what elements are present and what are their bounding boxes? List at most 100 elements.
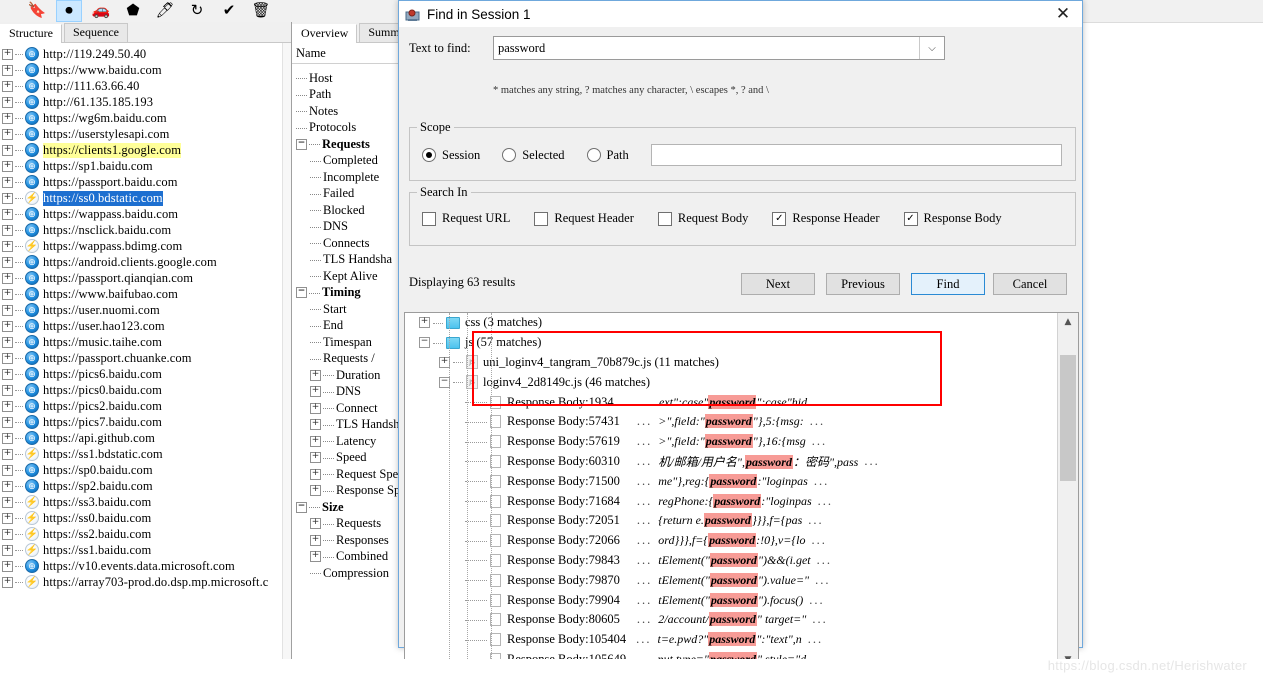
host-row[interactable]: + ⊕ http://119.249.50.40 — [0, 46, 283, 62]
overview-tree-node[interactable]: Requests / — [292, 351, 411, 368]
result-row[interactable]: Response Body:71684... regPhone:{password… — [405, 491, 1057, 511]
overview-tree-node[interactable]: Compression — [292, 565, 411, 582]
expand-icon[interactable]: + — [2, 352, 13, 364]
expand-icon[interactable]: + — [2, 560, 13, 572]
expand-icon[interactable]: + — [2, 256, 13, 268]
checkbox-response-body[interactable]: ✓ Response Body — [903, 211, 1002, 226]
expand-icon[interactable]: + — [310, 402, 321, 414]
host-row[interactable]: + ⊕ https://android.clients.google.com — [0, 254, 283, 270]
close-icon[interactable]: ✕ — [1048, 2, 1078, 26]
overview-tree-node[interactable]: Protocols — [292, 120, 411, 137]
host-row[interactable]: + ⊕ https://pics7.baidu.com — [0, 414, 283, 430]
host-row[interactable]: + ⚡ https://array703-prod.do.dsp.mp.micros… — [0, 574, 283, 590]
overview-tree-node[interactable]: + DNS — [292, 384, 411, 401]
chevron-down-icon[interactable]: ⌵ — [919, 37, 944, 59]
expand-icon[interactable]: + — [310, 435, 321, 447]
host-row[interactable]: + ⚡ https://wappass.bdimg.com — [0, 238, 283, 254]
overview-tree-node[interactable]: − Requests — [292, 136, 411, 153]
tab-sequence[interactable]: Sequence — [64, 23, 128, 42]
overview-tree-node[interactable]: − Timing — [292, 285, 411, 302]
bookmark-icon[interactable]: 🔖 — [24, 0, 50, 22]
expand-icon[interactable]: + — [310, 551, 321, 563]
host-row[interactable]: + ⚡ https://ss1.bdstatic.com — [0, 446, 283, 462]
host-row[interactable]: + ⊕ https://sp1.baidu.com — [0, 158, 283, 174]
expand-icon[interactable]: + — [2, 512, 13, 524]
host-row[interactable]: + ⊕ https://api.github.com — [0, 430, 283, 446]
expand-icon[interactable]: + — [310, 468, 321, 480]
overview-tree-node[interactable]: DNS — [292, 219, 411, 236]
dialog-titlebar[interactable]: Find in Session 1 ✕ — [399, 1, 1082, 27]
expand-icon[interactable]: + — [2, 528, 13, 540]
expand-icon[interactable]: + — [310, 534, 321, 546]
result-row[interactable]: Response Body:79843... tElement("password… — [405, 551, 1057, 571]
overview-tree-node[interactable]: Notes — [292, 103, 411, 120]
checkbox-request-header[interactable]: Request Header — [534, 211, 634, 226]
host-row[interactable]: + ⊕ https://v10.events.data.microsoft.com — [0, 558, 283, 574]
scrollbar-thumb[interactable] — [1060, 355, 1076, 481]
expand-icon[interactable]: + — [2, 336, 13, 348]
car-icon[interactable]: 🚗 — [88, 0, 114, 22]
expand-icon[interactable]: + — [2, 416, 13, 428]
result-row[interactable]: Response Body:57619... >",field:"password… — [405, 432, 1057, 452]
result-row[interactable]: Response Body:79870... tElement("password… — [405, 570, 1057, 590]
overview-tree-node[interactable]: TLS Handsha — [292, 252, 411, 269]
checkbox-request-url[interactable]: Request URL — [422, 211, 510, 226]
overview-tree-node[interactable]: Kept Alive — [292, 268, 411, 285]
expand-icon[interactable]: + — [2, 432, 13, 444]
expand-icon[interactable]: + — [2, 288, 13, 300]
result-row[interactable]: − JS loginv4_2d8149c.js (46 matches) — [405, 372, 1057, 392]
expand-icon[interactable]: + — [2, 400, 13, 412]
host-row[interactable]: + ⊕ https://music.taihe.com — [0, 334, 283, 350]
expand-icon[interactable]: + — [2, 112, 13, 124]
radio-scope-path[interactable]: Path — [586, 148, 629, 163]
path-input[interactable] — [650, 144, 1062, 166]
host-row[interactable]: + ⚡ https://ss2.baidu.com — [0, 526, 283, 542]
collapse-icon[interactable]: − — [419, 337, 430, 349]
overview-tree-node[interactable]: + Responses — [292, 532, 411, 549]
host-row[interactable]: + ⊕ https://passport.qianqian.com — [0, 270, 283, 286]
expand-icon[interactable]: + — [2, 224, 13, 236]
result-row[interactable]: Response Body:72051... {return e.password… — [405, 511, 1057, 531]
expand-icon[interactable]: + — [2, 48, 13, 60]
overview-tree-node[interactable]: Host — [292, 70, 411, 87]
host-row[interactable]: + ⚡ https://ss0.bdstatic.com — [0, 190, 283, 206]
host-row[interactable]: + ⚡ https://ss3.baidu.com — [0, 494, 283, 510]
structure-scrollbar[interactable] — [282, 43, 291, 681]
overview-tree-node[interactable]: + Connect — [292, 400, 411, 417]
overview-tree-node[interactable]: + Request Spe — [292, 466, 411, 483]
overview-tree-node[interactable]: + Requests — [292, 516, 411, 533]
expand-icon[interactable]: + — [2, 576, 13, 588]
host-row[interactable]: + ⊕ https://wappass.baidu.com — [0, 206, 283, 222]
refresh-icon[interactable]: ↻ — [184, 0, 210, 22]
result-row[interactable]: Response Body:80605... 2/account/password… — [405, 610, 1057, 630]
result-row[interactable]: Response Body:71500... me"},reg:{password… — [405, 471, 1057, 491]
result-row[interactable]: Response Body:1934... ext":case"password"… — [405, 392, 1057, 412]
collapse-icon[interactable]: − — [296, 287, 307, 299]
result-row[interactable]: Response Body:105404... t=e.pwd?"password… — [405, 630, 1057, 650]
overview-tree-node[interactable]: Path — [292, 87, 411, 104]
previous-button[interactable]: Previous — [826, 273, 900, 295]
expand-icon[interactable]: + — [2, 464, 13, 476]
result-row[interactable]: Response Body:72066... ord}}},f={password… — [405, 531, 1057, 551]
expand-icon[interactable]: + — [2, 96, 13, 108]
expand-icon[interactable]: + — [2, 368, 13, 380]
search-input[interactable] — [494, 37, 919, 59]
expand-icon[interactable]: + — [419, 317, 430, 329]
overview-tree-node[interactable]: + Latency — [292, 433, 411, 450]
trash-icon[interactable]: 🗑 — [248, 0, 274, 22]
radio-scope-selected[interactable]: Selected — [502, 148, 565, 163]
expand-icon[interactable]: + — [2, 272, 13, 284]
host-row[interactable]: + ⊕ https://pics0.baidu.com — [0, 382, 283, 398]
overview-tree-node[interactable]: − Size — [292, 499, 411, 516]
host-row[interactable]: + ⊕ https://sp0.baidu.com — [0, 462, 283, 478]
host-row[interactable]: + ⊕ https://pics2.baidu.com — [0, 398, 283, 414]
tab-overview[interactable]: Overview — [292, 24, 358, 43]
expand-icon[interactable]: + — [2, 192, 13, 204]
expand-icon[interactable]: + — [2, 544, 13, 556]
overview-tree-node[interactable]: + Response Sp — [292, 483, 411, 500]
radio-scope-session[interactable]: Session — [422, 148, 480, 163]
overview-tree-node[interactable]: Timespan — [292, 334, 411, 351]
host-row[interactable]: + ⊕ https://passport.baidu.com — [0, 174, 283, 190]
cancel-button[interactable]: Cancel — [993, 273, 1067, 295]
expand-icon[interactable]: + — [2, 176, 13, 188]
